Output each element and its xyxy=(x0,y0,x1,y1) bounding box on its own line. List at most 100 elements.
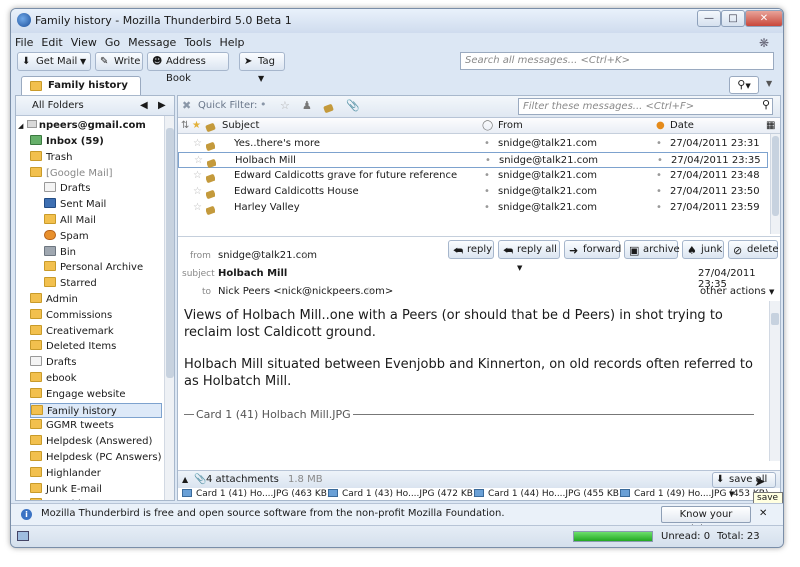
tag-filter-icon[interactable] xyxy=(323,102,334,115)
attachment-item[interactable]: Card 1 (41) Ho....JPG (463 KB) xyxy=(182,488,330,501)
folder-item[interactable]: Engage website xyxy=(30,387,162,403)
unread-filter-icon[interactable]: • xyxy=(260,98,267,111)
folder-item[interactable]: Starred xyxy=(44,276,162,292)
tab-family-history[interactable]: Family history xyxy=(21,76,141,96)
star-icon[interactable]: ☆ xyxy=(193,184,202,199)
folder-item[interactable]: All Mail xyxy=(44,213,162,229)
folder-item[interactable]: Helpdesk (Answered) xyxy=(30,434,162,450)
folder-item[interactable]: Family history xyxy=(30,402,162,419)
close-notification-icon[interactable]: ✕ xyxy=(759,504,767,524)
message-row[interactable]: ☆ Edward Caldicotts grave for future refe… xyxy=(178,168,768,184)
from-column[interactable]: From xyxy=(498,118,523,133)
message-body-scrollbar[interactable] xyxy=(769,301,780,461)
message-row[interactable]: ☆ Harley Valley • snidge@talk21.com • 27/04/2… xyxy=(178,200,768,216)
contact-filter-icon[interactable]: ♟ xyxy=(302,99,312,112)
junk-status-icon[interactable]: • xyxy=(657,153,663,168)
filter-messages-input[interactable]: Filter these messages... <Ctrl+F> xyxy=(518,98,773,115)
star-icon[interactable]: ☆ xyxy=(193,136,202,151)
tab-list-icon[interactable]: ▼ xyxy=(766,79,772,88)
menu-file[interactable]: File xyxy=(11,33,37,49)
read-status-icon[interactable]: • xyxy=(484,184,490,199)
delete-button[interactable]: ⊘ delete xyxy=(728,240,779,259)
search-all-input[interactable]: Search all messages... <Ctrl+K> xyxy=(460,52,774,70)
folder-item[interactable]: MSN blog xyxy=(30,497,162,500)
junk-status-icon[interactable]: • xyxy=(656,168,662,183)
folder-item[interactable]: Helpdesk (PC Answers) xyxy=(30,450,162,466)
reply-button[interactable]: ⮪ reply xyxy=(448,240,494,259)
message-row[interactable]: ☆ Edward Caldicotts House • snidge@talk21.c… xyxy=(178,184,768,200)
folder-item[interactable]: Junk E-mail xyxy=(30,482,162,498)
read-status-icon[interactable]: • xyxy=(485,153,491,168)
message-row[interactable]: ☆ Holbach Mill • snidge@talk21.com • 27/04/20… xyxy=(178,152,768,169)
date-column[interactable]: Date xyxy=(670,118,694,133)
scrollbar-thumb[interactable] xyxy=(771,313,779,325)
folder-item[interactable]: Trash xyxy=(30,150,162,166)
star-column-icon[interactable]: ★ xyxy=(192,118,201,133)
attachment-filter-icon[interactable]: 📎 xyxy=(346,99,360,112)
add-contact-star-icon[interactable]: ☆ xyxy=(364,285,374,298)
menu-tools[interactable]: Tools xyxy=(180,33,215,49)
folder-item[interactable]: Spam xyxy=(44,229,162,245)
reply-all-button[interactable]: ⮪ reply all ▼ xyxy=(498,240,560,272)
scrollbar-thumb[interactable] xyxy=(166,128,174,378)
archive-button[interactable]: ▣ archive xyxy=(624,240,680,259)
junk-button[interactable]: ♠ junk xyxy=(682,240,724,259)
collapse-icon[interactable]: ◢ xyxy=(18,122,23,130)
read-status-icon[interactable]: • xyxy=(484,200,490,215)
maximize-button[interactable]: □ xyxy=(721,10,745,27)
write-button[interactable]: ✎ Write xyxy=(95,52,143,71)
tag-button[interactable]: ➤ Tag ▼ xyxy=(239,52,285,83)
other-actions-button[interactable]: other actions ▼ xyxy=(700,286,774,297)
column-picker-icon[interactable]: ▦ xyxy=(766,118,775,133)
junk-status-icon[interactable]: • xyxy=(656,200,662,215)
junk-status-icon[interactable]: • xyxy=(656,136,662,151)
menu-help[interactable]: Help xyxy=(215,33,248,49)
save-all-button[interactable]: ⬇ save all ▼ xyxy=(712,472,776,498)
folder-item[interactable]: Drafts xyxy=(30,355,162,371)
folder-item[interactable]: [Google Mail] xyxy=(30,166,162,182)
get-mail-button[interactable]: ⬇ Get Mail ▼ xyxy=(17,52,91,71)
attachment-item[interactable]: Card 1 (43) Ho....JPG (472 KB) xyxy=(328,488,476,501)
read-status-icon[interactable]: • xyxy=(484,168,490,183)
menu-view[interactable]: View xyxy=(67,33,101,49)
message-row[interactable]: ☆ Yes..there's more • snidge@talk21.com • 27/… xyxy=(178,136,768,152)
add-contact-star-icon[interactable]: ☆ xyxy=(300,249,310,262)
next-view-arrow-icon[interactable]: ▶ xyxy=(158,96,166,115)
tag-column-icon[interactable] xyxy=(205,121,216,136)
folder-item[interactable]: ebook xyxy=(30,371,162,387)
message-list-scrollbar[interactable] xyxy=(770,134,780,234)
star-filter-icon[interactable]: ☆ xyxy=(280,99,290,112)
attachment-item[interactable]: Card 1 (44) Ho....JPG (455 KB) xyxy=(474,488,622,501)
search-options-button[interactable]: ⚲▼ xyxy=(729,76,759,94)
folder-item[interactable]: Personal Archive xyxy=(44,260,162,276)
know-your-rights-button[interactable]: Know your rights... xyxy=(661,506,751,535)
folder-item[interactable]: Drafts xyxy=(44,181,162,197)
minimize-button[interactable]: — xyxy=(697,10,721,27)
attachment-item[interactable]: Card 1 (49) Ho....JPG (453 KB) xyxy=(620,488,768,501)
pin-icon[interactable]: ✖ xyxy=(182,99,191,112)
scrollbar-thumb[interactable] xyxy=(772,136,779,216)
folder-item[interactable]: Commissions xyxy=(30,308,162,324)
folder-item[interactable]: Highlander xyxy=(30,466,162,482)
star-icon[interactable]: ☆ xyxy=(193,200,202,215)
junk-status-icon[interactable]: • xyxy=(656,184,662,199)
account-item[interactable]: ◢ npeers@gmail.com xyxy=(18,118,146,134)
folder-item[interactable]: Inbox (59) xyxy=(30,134,162,150)
folder-item[interactable]: Bin xyxy=(44,245,162,261)
close-window-button[interactable]: ✕ xyxy=(745,10,783,27)
chevron-down-icon[interactable]: ▼ xyxy=(80,53,86,70)
read-status-icon[interactable]: • xyxy=(484,136,490,151)
forward-button[interactable]: ➜ forward xyxy=(564,240,621,259)
folder-item[interactable]: Admin xyxy=(30,292,162,308)
folder-item[interactable]: GGMR tweets xyxy=(30,418,162,434)
menu-edit[interactable]: Edit xyxy=(37,33,66,49)
expand-attachments-icon[interactable]: ▲ xyxy=(182,471,188,488)
thread-column-icon[interactable]: ⇅ xyxy=(181,118,189,133)
offline-status-icon[interactable] xyxy=(17,531,29,541)
folder-scrollbar[interactable] xyxy=(164,116,174,500)
folder-item[interactable]: Sent Mail xyxy=(44,197,162,213)
folder-item[interactable]: Deleted Items xyxy=(30,339,162,355)
address-book-button[interactable]: ☻ Address Book xyxy=(147,52,229,84)
prev-view-arrow-icon[interactable]: ◀ xyxy=(140,96,148,115)
folder-item[interactable]: Creativemark xyxy=(30,324,162,340)
